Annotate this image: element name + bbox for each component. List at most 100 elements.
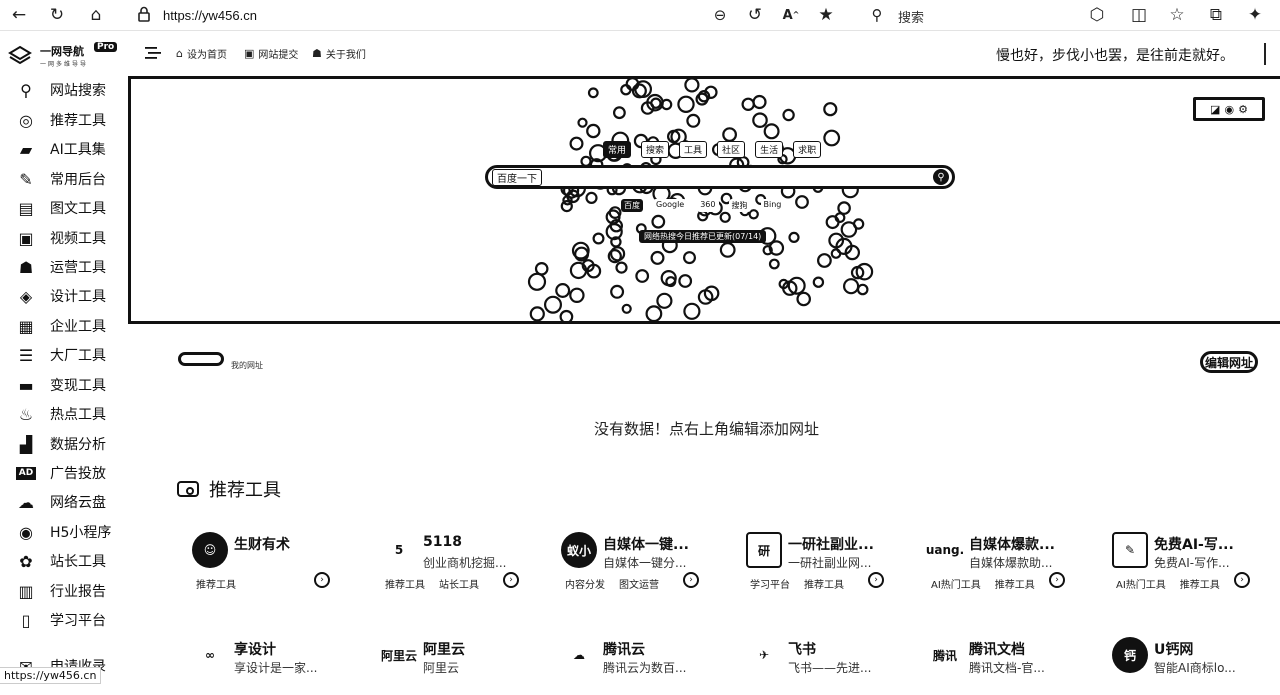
chevron-right-icon[interactable]: ›	[683, 572, 699, 588]
tool-tag[interactable]: 站长工具	[439, 576, 479, 591]
video-icon: ▣	[18, 228, 34, 248]
sidebar-item[interactable]: ⚲ 网站搜索	[16, 78, 106, 102]
tool-card[interactable]: ∞ 享设计 享设计是一家...	[192, 637, 362, 695]
sidebar-item[interactable]: ♨ 热点工具	[16, 402, 106, 426]
chevron-right-icon[interactable]: ›	[1234, 572, 1250, 588]
tool-tag[interactable]: 推荐工具	[995, 576, 1035, 591]
chevron-right-icon[interactable]: ›	[1049, 572, 1065, 588]
tool-card[interactable]: 钙 U钙网 智能AI商标lo...	[1112, 637, 1280, 695]
menu-toggle-icon[interactable]	[145, 46, 161, 60]
tool-tag[interactable]: 推荐工具	[196, 576, 236, 591]
tag-icon	[177, 481, 199, 497]
tool-logo: ∞	[205, 648, 215, 662]
tool-card[interactable]: 5 5118 创业商机挖掘... 推荐工具 站长工具 ›	[381, 532, 551, 592]
tool-tag[interactable]: 内容分发	[565, 576, 605, 591]
collections-icon[interactable]: ⧉	[1205, 4, 1227, 26]
copilot-icon[interactable]: ✦	[1244, 4, 1266, 26]
sidebar-item[interactable]: ☰ 大厂工具	[16, 343, 106, 367]
search-submit-icon[interactable]: ⚲	[933, 169, 949, 185]
home-icon[interactable]: ⌂	[85, 4, 107, 26]
tool-tag[interactable]: AI热门工具	[931, 576, 981, 591]
sidebar-item[interactable]: ▦ 企业工具	[16, 314, 106, 338]
pattern-dot	[796, 291, 811, 307]
favorite-star-icon[interactable]: ★	[815, 4, 837, 26]
page-scrollbar[interactable]	[1274, 76, 1280, 695]
nav-about-us[interactable]: ☗ 关于我们	[312, 46, 366, 61]
tool-card[interactable]: ☁ 腾讯云 腾讯云为数百...	[561, 637, 731, 695]
hero-tab[interactable]: 工具	[679, 141, 708, 158]
tool-card[interactable]: ✈ 飞书 飞书——先进...	[746, 637, 916, 695]
browser-search-box[interactable]: 搜索	[898, 7, 924, 26]
tool-tags: 学习平台 推荐工具	[750, 576, 844, 591]
lock-icon[interactable]	[137, 6, 151, 22]
tool-tags: AI热门工具 推荐工具	[1116, 576, 1220, 591]
hero-tab[interactable]: 社区	[717, 141, 746, 158]
tool-tag[interactable]: 学习平台	[750, 576, 790, 591]
sidebar-item[interactable]: ◉ H5小程序	[16, 520, 111, 544]
sidebar-item[interactable]: ▟ 数据分析	[16, 432, 106, 456]
favorites-icon[interactable]: ☆	[1166, 4, 1188, 26]
my-sites-toggle[interactable]	[178, 352, 224, 366]
tool-card[interactable]: ✎ 免费AI-写... 免费AI-写作... AI热门工具 推荐工具 ›	[1112, 532, 1280, 592]
search-icon[interactable]: ⚲	[866, 4, 888, 26]
sidebar-item[interactable]: ▬ 变现工具	[16, 373, 106, 397]
hero-tab[interactable]: 求职	[793, 141, 822, 158]
tool-card[interactable]: 阿里云 阿里云 阿里云	[381, 637, 551, 695]
zoom-icon[interactable]: ⊖	[709, 4, 731, 26]
search-engine-option[interactable]: 搜狗	[728, 199, 751, 212]
search-engine-option[interactable]: 360	[697, 199, 719, 212]
hero-search-input[interactable]: 百度一下 ⚲	[485, 165, 955, 189]
tool-tags: 内容分发 图文运营	[565, 576, 659, 591]
tool-card[interactable]: 腾讯 腾讯文档 腾讯文档-官...	[927, 637, 1097, 695]
sidebar-item[interactable]: ✿ 站长工具	[16, 549, 106, 573]
tool-card[interactable]: uang. 自媒体爆款... 自媒体爆款助... AI热门工具 推荐工具 ›	[926, 532, 1097, 592]
sidebar-item[interactable]: ▰ AI工具集	[16, 137, 106, 161]
translate-icon[interactable]: ↺	[744, 4, 766, 26]
my-sites-label: 我的网址	[231, 361, 263, 370]
tool-tag[interactable]: 图文运营	[619, 576, 659, 591]
split-screen-icon[interactable]: ◫	[1128, 4, 1150, 26]
hero-notice[interactable]: 网络热搜今日推荐已更新(07/14)	[639, 230, 767, 243]
nav-submit-site[interactable]: ▣ 网站提交	[244, 46, 298, 61]
search-engine-option[interactable]: Bing	[760, 199, 785, 212]
sidebar-item[interactable]: AD 广告投放	[16, 461, 106, 485]
tool-card[interactable]: 蚁小 自媒体一键... 自媒体一键分... 内容分发 图文运营 ›	[561, 532, 731, 592]
sidebar-item[interactable]: ◎ 推荐工具	[16, 108, 106, 132]
sidebar-item[interactable]: ◈ 设计工具	[16, 284, 106, 308]
hero-widget[interactable]: ◪ ◉ ⚙	[1193, 97, 1265, 121]
back-icon[interactable]: ←	[8, 4, 30, 26]
chevron-right-icon[interactable]: ›	[314, 572, 330, 588]
tool-tag[interactable]: AI热门工具	[1116, 576, 1166, 591]
nav-label: 网站提交	[258, 50, 299, 61]
edit-sites-button[interactable]: 编辑网址	[1200, 351, 1258, 373]
tool-tag[interactable]: 推荐工具	[385, 576, 425, 591]
tool-card[interactable]: ☺ 生财有术 推荐工具 ›	[192, 532, 362, 592]
chevron-right-icon[interactable]: ›	[503, 572, 519, 588]
hero-tab[interactable]: 生活	[755, 141, 784, 158]
tool-card[interactable]: 研一研社副业... 一研社副业网... 学习平台 推荐工具 ›	[746, 532, 916, 592]
sidebar-item[interactable]: ☁ 网络云盘	[16, 490, 106, 514]
search-engine-option[interactable]: 百度	[621, 199, 643, 212]
sidebar-item[interactable]: ▣ 视频工具	[16, 226, 106, 250]
read-aloud-icon[interactable]: A ^	[780, 4, 802, 26]
nav-set-homepage[interactable]: ⌂ 设为首页	[176, 46, 227, 61]
site-logo[interactable]: 一网导航 Pro 一网多维导导	[8, 42, 118, 70]
pattern-dot	[719, 241, 736, 258]
chevron-right-icon[interactable]: ›	[868, 572, 884, 588]
sidebar-item[interactable]: ▤ 图文工具	[16, 196, 106, 220]
hero-tab[interactable]: 常用	[603, 141, 632, 158]
search-engine-option[interactable]: Google	[653, 199, 688, 212]
search-engine-label[interactable]: 百度一下	[492, 169, 542, 186]
refresh-icon[interactable]: ↻	[46, 4, 68, 26]
sidebar-item[interactable]: ▯ 学习平台	[16, 608, 106, 632]
pattern-dot	[763, 123, 780, 140]
tool-tag[interactable]: 推荐工具	[804, 576, 844, 591]
sidebar-item-label: 行业报告	[50, 584, 106, 600]
sidebar-item[interactable]: ✎ 常用后台	[16, 167, 106, 191]
tool-tag[interactable]: 推荐工具	[1180, 576, 1220, 591]
extension-icon[interactable]: ⬡	[1086, 4, 1108, 26]
sidebar-item[interactable]: ☗ 运营工具	[16, 255, 106, 279]
address-bar[interactable]: https://yw456.cn	[163, 8, 257, 23]
sidebar-item[interactable]: ▥ 行业报告	[16, 579, 106, 603]
hero-tab[interactable]: 搜索	[641, 141, 670, 158]
